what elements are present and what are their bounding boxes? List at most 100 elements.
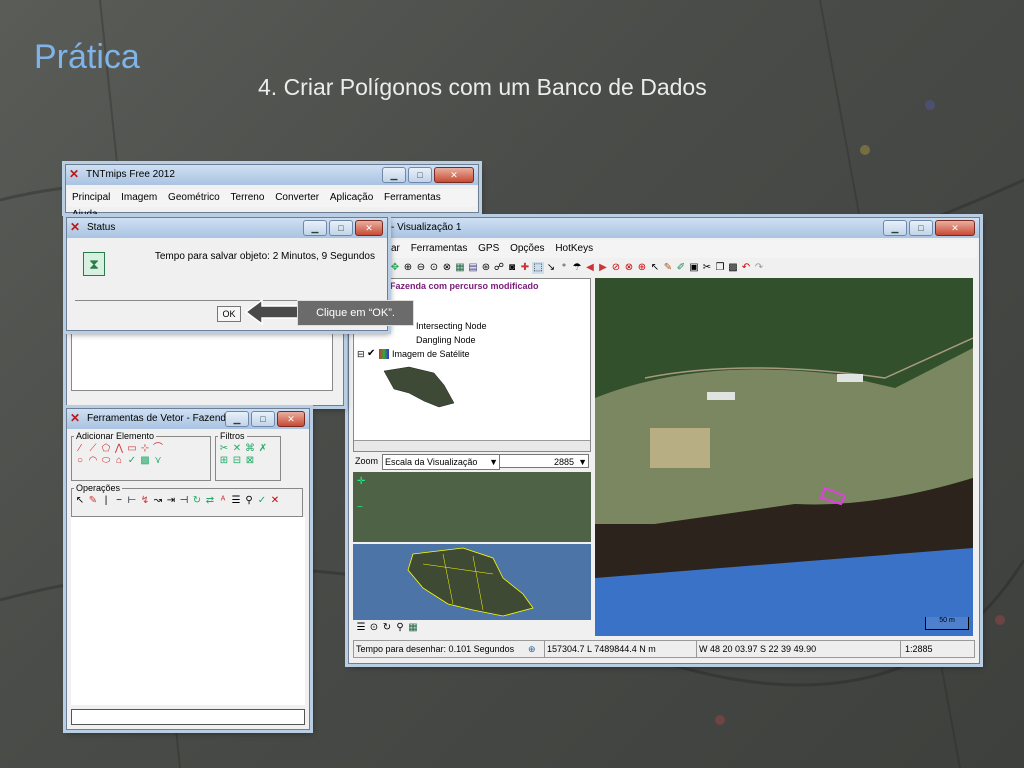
maximize-button[interactable]: □ <box>408 167 432 183</box>
filter-3-icon[interactable]: ⌘ <box>244 443 256 455</box>
image-icon[interactable]: ▣ <box>688 262 700 274</box>
close-button[interactable]: ✕ <box>935 220 975 236</box>
layer-scrollbar[interactable] <box>354 440 590 451</box>
add-arc-icon[interactable]: ◠ <box>87 455 99 467</box>
join-icon[interactable]: ⊣ <box>178 495 190 507</box>
add-rect-icon[interactable]: ▭ <box>126 443 138 455</box>
menu-ferramentas[interactable]: Ferramentas <box>380 189 445 206</box>
maximize-button[interactable]: □ <box>251 411 275 427</box>
extend-icon[interactable]: ⊢ <box>126 495 138 507</box>
menu-ferramentas[interactable]: Ferramentas <box>407 240 472 257</box>
validate-icon[interactable]: ✓ <box>256 495 268 507</box>
add-vertex-icon[interactable]: ⋎ <box>152 455 164 467</box>
find-icon[interactable]: ⊕ <box>636 262 648 274</box>
refresh-icon[interactable]: ↻ <box>381 622 393 634</box>
layer-satellite[interactable]: Imagem de Satélite <box>392 349 470 359</box>
add-curve-icon[interactable]: ⌒ <box>152 443 164 455</box>
list-icon[interactable]: ☰ <box>230 495 242 507</box>
redo-icon[interactable]: ↷ <box>753 262 765 274</box>
camera-icon[interactable]: ◙ <box>506 262 518 274</box>
menu-aplicacao[interactable]: Aplicação <box>326 189 377 206</box>
menu-principal[interactable]: Principal <box>68 189 114 206</box>
add-polygon-icon[interactable]: ⬠ <box>100 443 112 455</box>
layers-icon[interactable]: ▤ <box>467 262 479 274</box>
add-text-icon[interactable]: ⌂ <box>113 455 125 467</box>
zoom-in-icon[interactable]: ✛ <box>357 476 365 487</box>
minimize-button[interactable]: ▁ <box>382 167 406 183</box>
tntmips-titlebar[interactable]: ✕ TNTmips Free 2012 ▁ □ ✕ <box>66 165 478 185</box>
rotate-icon[interactable]: ↻ <box>191 495 203 507</box>
search-icon[interactable]: ⚲ <box>394 622 406 634</box>
copy-icon[interactable]: ❐ <box>714 262 726 274</box>
cut-icon[interactable]: ✂ <box>701 262 713 274</box>
menu-converter[interactable]: Converter <box>271 189 323 206</box>
gps-icon[interactable]: ⊛ <box>480 262 492 274</box>
main-map-view[interactable]: 50 m <box>595 278 973 636</box>
add-icon[interactable]: ✚ <box>519 262 531 274</box>
maximize-button[interactable]: □ <box>329 220 353 236</box>
reverse-icon[interactable]: ⇄ <box>204 495 216 507</box>
overview-view[interactable] <box>353 544 591 620</box>
stop-icon[interactable]: ⊗ <box>623 262 635 274</box>
menu-hotkeys[interactable]: HotKeys <box>551 240 597 257</box>
dash-icon[interactable]: − <box>113 495 125 507</box>
add-line-icon[interactable]: ⟋ <box>87 443 99 455</box>
expand-icon[interactable]: ⊟ <box>357 349 365 360</box>
menu-imagem[interactable]: Imagem <box>117 189 161 206</box>
next-icon[interactable]: ▶ <box>597 262 609 274</box>
filter-2-icon[interactable]: ✕ <box>231 443 243 455</box>
label-icon[interactable]: ᴬ <box>217 495 229 507</box>
zoom-in-icon[interactable]: ⊕ <box>402 262 414 274</box>
pencil-icon[interactable]: ✎ <box>87 495 99 507</box>
measure-icon[interactable]: ↘ <box>545 262 557 274</box>
snap-icon[interactable]: ⇥ <box>165 495 177 507</box>
close-button[interactable]: ✕ <box>277 411 305 427</box>
no-icon[interactable]: ⊘ <box>610 262 622 274</box>
maximize-button[interactable]: □ <box>909 220 933 236</box>
add-grid-icon[interactable]: ▩ <box>139 455 151 467</box>
layer-visible-checkbox[interactable]: ✔ <box>367 348 375 359</box>
binoculars-icon[interactable]: ☍ <box>493 262 505 274</box>
minimize-button[interactable]: ▁ <box>225 411 249 427</box>
move-icon[interactable]: ↝ <box>152 495 164 507</box>
status-titlebar[interactable]: ✕ Status ▁ □ ✕ <box>67 218 387 238</box>
menu-opcoes[interactable]: Opções <box>506 240 548 257</box>
add-node-icon[interactable]: ⊹ <box>139 443 151 455</box>
pan-icon[interactable]: ✥ <box>389 262 401 274</box>
pointer-icon[interactable]: ↖ <box>649 262 661 274</box>
add-ellipse-icon[interactable]: ⬭ <box>100 455 112 467</box>
delete-icon[interactable]: ✕ <box>269 495 281 507</box>
add-symbol-icon[interactable]: ✓ <box>126 455 138 467</box>
split-icon[interactable]: | <box>100 495 112 507</box>
select-tool-icon[interactable]: ⬚ <box>532 262 544 274</box>
list-icon[interactable]: ☰ <box>355 622 367 634</box>
map-icon[interactable]: ▦ <box>407 622 419 634</box>
add-circle-icon[interactable]: ○ <box>74 455 86 467</box>
visualization-titlebar[interactable]: - Visualização 1 ▁ □ ✕ <box>349 218 979 238</box>
close-button[interactable]: ✕ <box>434 167 474 183</box>
zoom-out-icon[interactable]: − <box>357 502 363 513</box>
add-region-icon[interactable]: ⋀ <box>113 443 125 455</box>
paste-icon[interactable]: ▩ <box>727 262 739 274</box>
prev-icon[interactable]: ◀ <box>584 262 596 274</box>
filter-5-icon[interactable]: ⊞ <box>218 455 230 467</box>
select-icon[interactable]: ↖ <box>74 495 86 507</box>
sketch-icon[interactable]: ☂ <box>571 262 583 274</box>
undo-icon[interactable]: ↶ <box>740 262 752 274</box>
add-point-icon[interactable]: ⁄ <box>74 443 86 455</box>
filter-7-icon[interactable]: ⊠ <box>244 455 256 467</box>
zoom-value-field[interactable]: 2885 ▼ <box>499 454 589 468</box>
pencil-icon[interactable]: ✎ <box>662 262 674 274</box>
grid-icon[interactable]: ▦ <box>454 262 466 274</box>
menu-gps[interactable]: GPS <box>474 240 503 257</box>
filter-1-icon[interactable]: ✂ <box>218 443 230 455</box>
zoom-scale-select[interactable]: Escala da Visualização ▼ <box>382 454 500 470</box>
close-button[interactable]: ✕ <box>355 220 383 236</box>
node-icon[interactable]: ⁺ <box>558 262 570 274</box>
trim-icon[interactable]: ↯ <box>139 495 151 507</box>
filter-6-icon[interactable]: ⊟ <box>231 455 243 467</box>
zoom-out-icon[interactable]: ⊖ <box>415 262 427 274</box>
ok-button[interactable]: OK <box>217 306 241 322</box>
minimize-button[interactable]: ▁ <box>883 220 907 236</box>
edit-icon[interactable]: ✐ <box>675 262 687 274</box>
